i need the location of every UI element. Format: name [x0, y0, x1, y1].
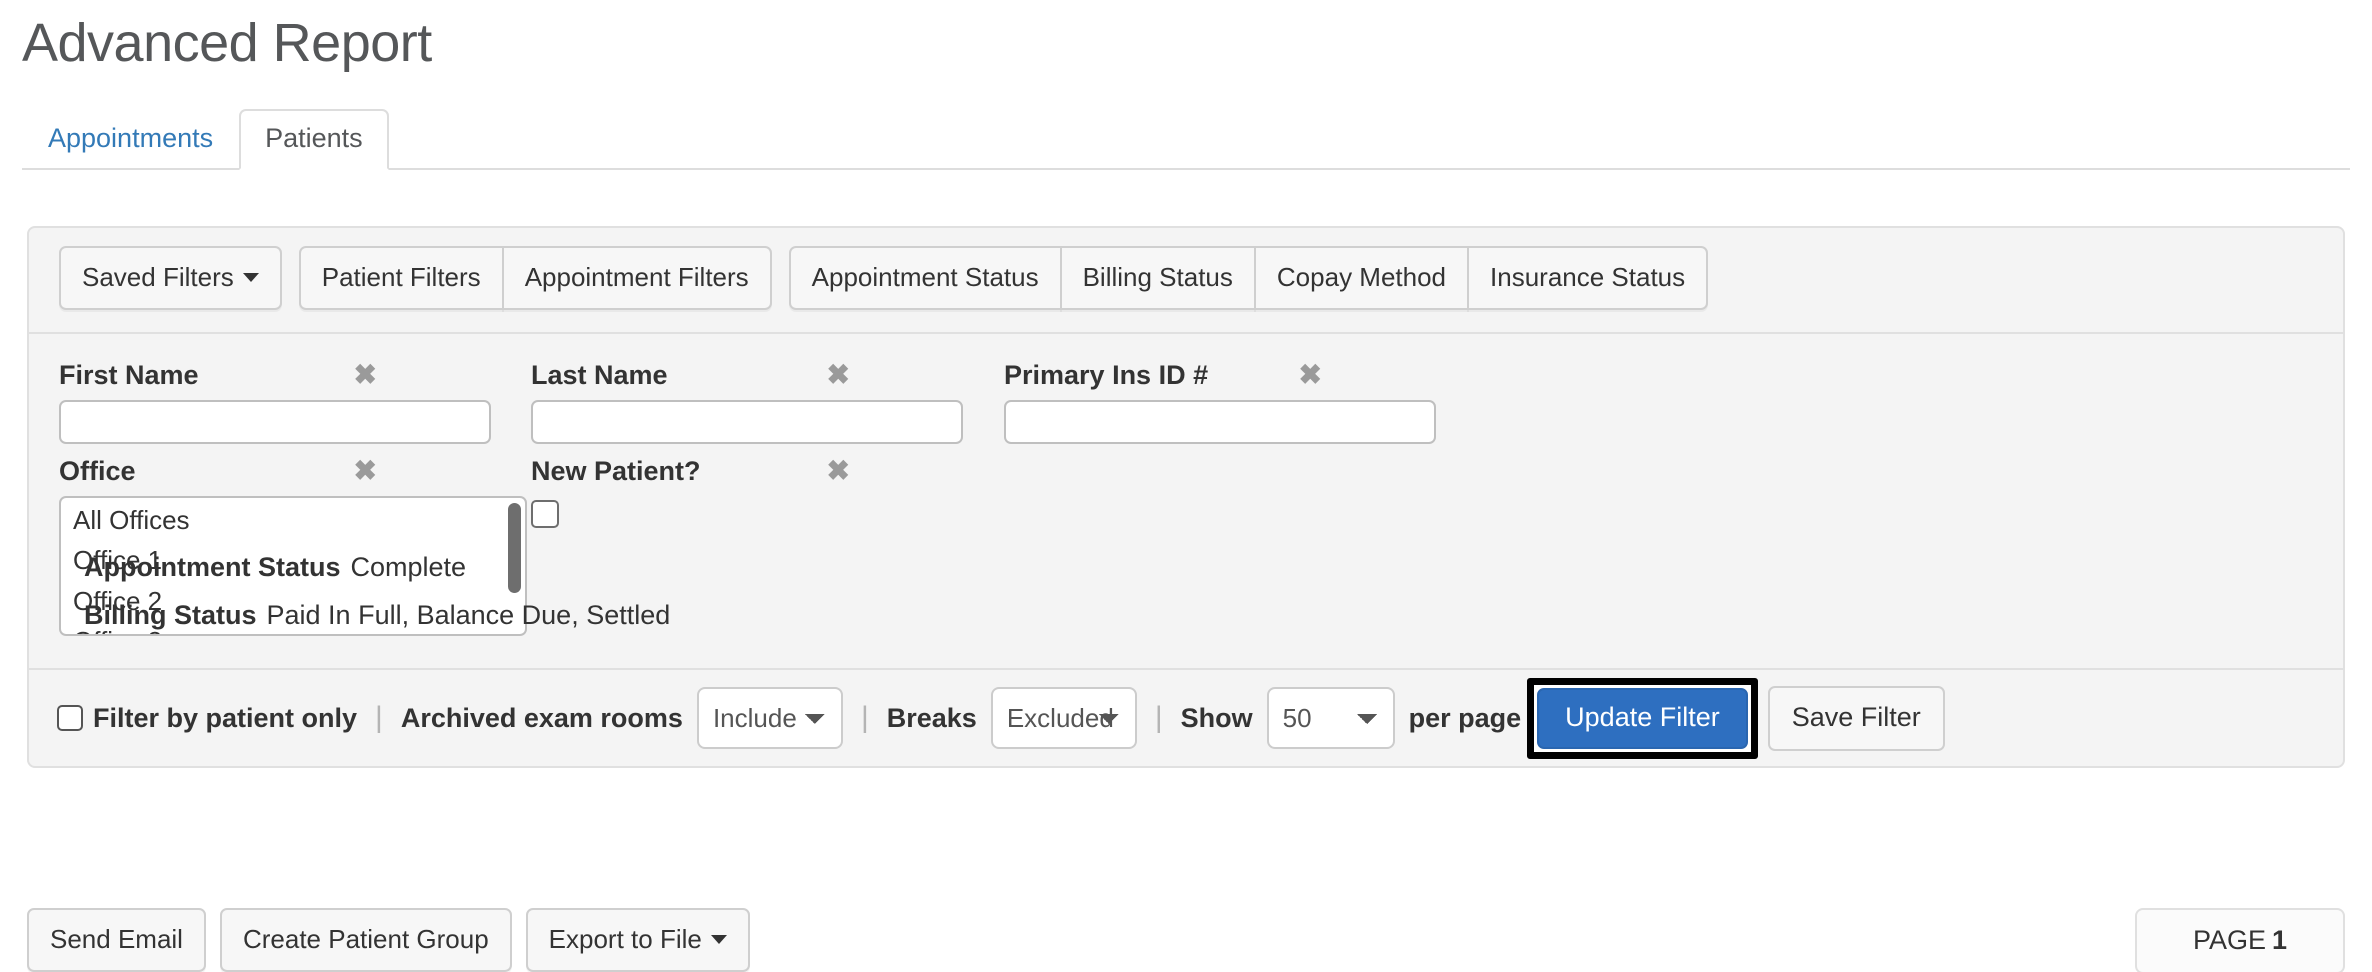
update-filter-button[interactable]: Update Filter	[1537, 687, 1748, 749]
summary-billing-status-key: Billing Status	[84, 600, 257, 630]
field-new-patient-header: New Patient? ✖	[531, 452, 854, 490]
page-indicator[interactable]: PAGE 1	[2134, 907, 2345, 972]
tab-patients[interactable]: Patients	[239, 109, 389, 170]
per-page-select[interactable]: 50	[1266, 687, 1395, 749]
advanced-report-page: Advanced Report Appointments Patients Sa…	[0, 0, 2372, 972]
filter-fields: First Name ✖ Last Name ✖ Primary Ins ID …	[29, 334, 2343, 668]
field-first-name: First Name ✖	[59, 356, 531, 444]
breaks-label: Breaks	[886, 702, 977, 733]
separator-1: |	[375, 701, 383, 734]
tab-appointments[interactable]: Appointments	[22, 109, 239, 170]
clear-office-icon[interactable]: ✖	[354, 457, 377, 485]
field-first-name-header: First Name ✖	[59, 356, 381, 394]
tab-bar: Appointments Patients	[22, 109, 2350, 170]
clear-new-patient-icon[interactable]: ✖	[827, 457, 850, 485]
clear-first-name-icon[interactable]: ✖	[354, 361, 377, 389]
filter-by-patient-only-checkbox[interactable]	[57, 705, 83, 731]
summary-appointment-status-key: Appointment Status	[84, 552, 341, 582]
options-bar: Filter by patient only | Archived exam r…	[29, 670, 2343, 766]
primary-ins-id-label: Primary Ins ID #	[1004, 359, 1209, 390]
archived-exam-rooms-select[interactable]: Include	[696, 687, 843, 749]
filter-button-row: Saved Filters Patient Filters Appointmen…	[29, 228, 2343, 332]
export-to-file-button[interactable]: Export to File	[525, 908, 750, 972]
field-office-header: Office ✖	[59, 452, 381, 490]
create-patient-group-button[interactable]: Create Patient Group	[219, 908, 512, 972]
send-email-button[interactable]: Send Email	[27, 908, 206, 972]
filter-by-patient-only-label: Filter by patient only	[93, 702, 358, 733]
summary-appointment-status-value: Complete	[350, 552, 467, 582]
save-filter-button[interactable]: Save Filter	[1767, 685, 1945, 751]
summary-billing-status-value: Paid In Full, Balance Due, Settled	[266, 600, 671, 630]
field-primary-ins-id: Primary Ins ID # ✖	[1004, 356, 1476, 444]
status-group: Appointment Status Billing Status Copay …	[788, 246, 1709, 310]
field-last-name-header: Last Name ✖	[531, 356, 854, 394]
page-indicator-label: PAGE	[2192, 924, 2266, 955]
page-title: Advanced Report	[22, 13, 432, 73]
first-name-label: First Name	[59, 359, 199, 390]
field-last-name: Last Name ✖	[531, 356, 1004, 444]
field-empty-slot	[1004, 452, 1476, 636]
filters-group: Patient Filters Appointment Filters	[298, 246, 772, 310]
filter-panel: Saved Filters Patient Filters Appointmen…	[27, 226, 2345, 768]
last-name-input[interactable]	[531, 400, 963, 444]
office-label: Office	[59, 455, 136, 486]
breaks-select[interactable]: Excluded	[990, 687, 1137, 749]
primary-ins-id-input[interactable]	[1004, 400, 1436, 444]
saved-filters-button[interactable]: Saved Filters	[59, 246, 282, 310]
office-listbox-scrollbar-thumb[interactable]	[508, 503, 521, 593]
insurance-status-button[interactable]: Insurance Status	[1467, 246, 1709, 310]
pagination: PAGE 1	[2134, 907, 2345, 972]
new-patient-checkbox[interactable]	[531, 500, 559, 528]
patient-filters-button[interactable]: Patient Filters	[298, 246, 504, 310]
billing-status-button[interactable]: Billing Status	[1059, 246, 1256, 310]
caret-down-icon	[242, 272, 259, 282]
per-page-label: per page	[1408, 702, 1522, 733]
action-buttons: Send Email Create Patient Group Export t…	[27, 908, 750, 972]
last-name-label: Last Name	[531, 359, 668, 390]
office-option[interactable]: All Offices	[61, 501, 525, 541]
new-patient-label: New Patient?	[531, 455, 701, 486]
export-to-file-label: Export to File	[548, 924, 702, 954]
summary-appointment-status: Appointment Status Complete	[84, 552, 466, 583]
copay-method-button[interactable]: Copay Method	[1253, 246, 1470, 310]
summary-billing-status: Billing Status Paid In Full, Balance Due,…	[84, 600, 670, 631]
separator-2: |	[860, 701, 869, 734]
clear-last-name-icon[interactable]: ✖	[827, 361, 850, 389]
filter-fields-section: First Name ✖ Last Name ✖ Primary Ins ID …	[29, 332, 2343, 668]
filter-buttons-section: Saved Filters Patient Filters Appointmen…	[29, 228, 2343, 332]
caret-down-icon	[710, 934, 727, 944]
page-indicator-number: 1	[2271, 924, 2287, 955]
show-label: Show	[1180, 702, 1253, 733]
field-primary-ins-id-header: Primary Ins ID # ✖	[1004, 356, 1326, 394]
first-name-input[interactable]	[59, 400, 491, 444]
saved-filters-group: Saved Filters	[59, 246, 282, 310]
appointment-filters-button[interactable]: Appointment Filters	[501, 246, 772, 310]
update-filter-highlight: Update Filter	[1527, 677, 1758, 759]
clear-primary-ins-id-icon[interactable]: ✖	[1299, 361, 1322, 389]
archived-exam-rooms-label: Archived exam rooms	[400, 702, 683, 733]
saved-filters-label: Saved Filters	[82, 262, 234, 292]
options-section: Filter by patient only | Archived exam r…	[29, 668, 2343, 766]
separator-3: |	[1154, 701, 1163, 734]
appointment-status-button[interactable]: Appointment Status	[788, 246, 1062, 310]
action-bar: Send Email Create Patient Group Export t…	[0, 907, 2372, 972]
